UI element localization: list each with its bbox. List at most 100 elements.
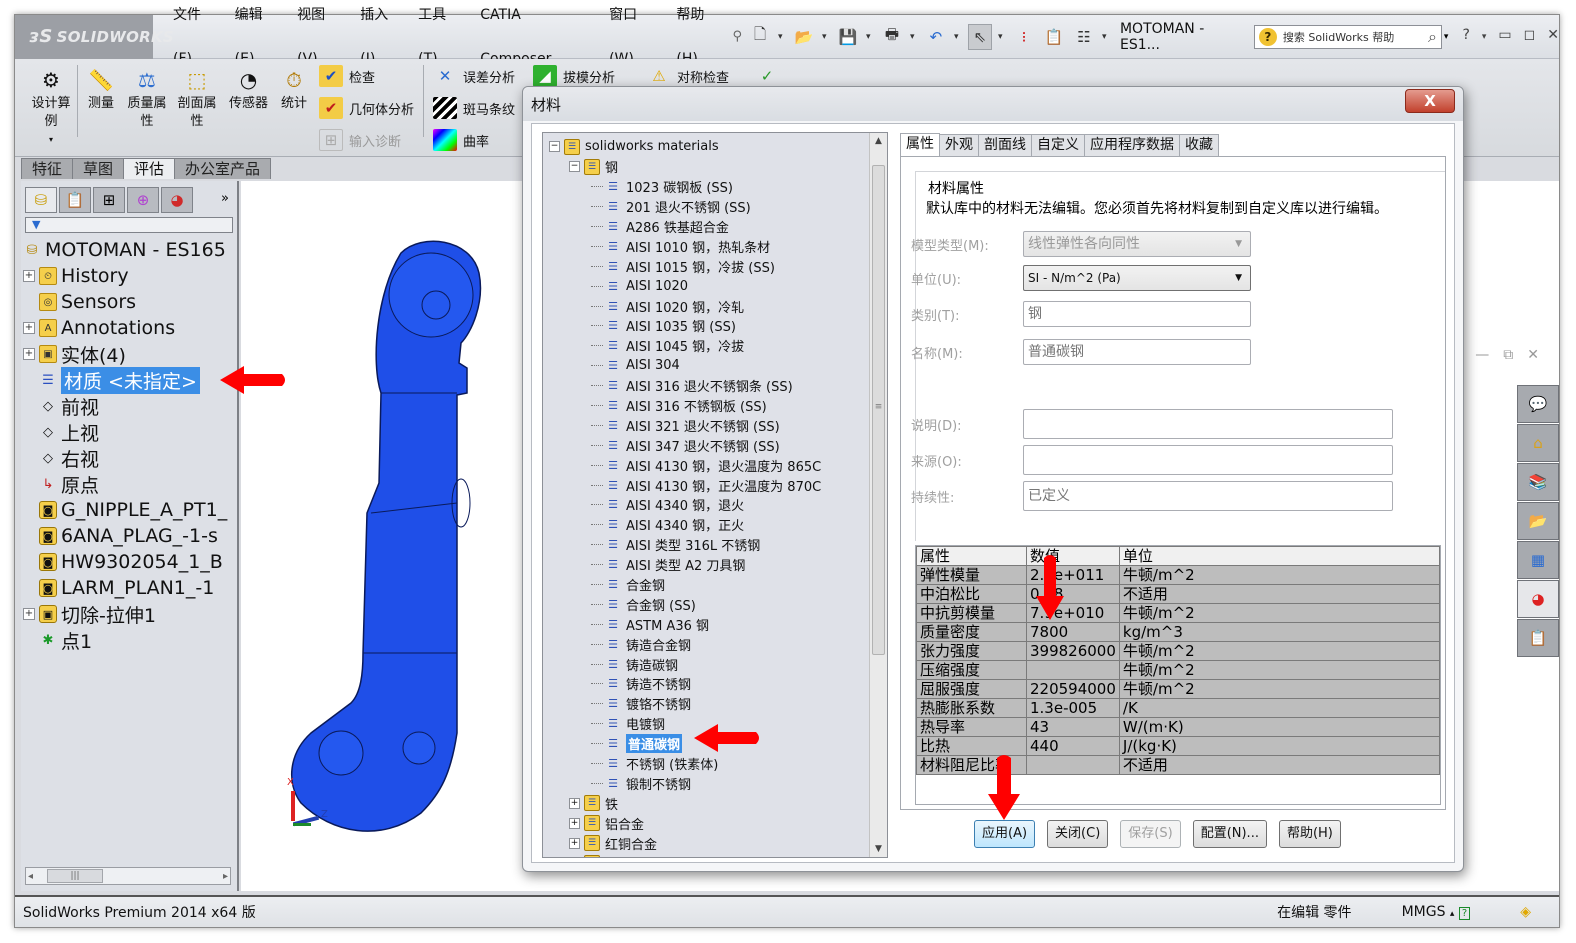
collapse-icon[interactable]: − — [569, 161, 580, 173]
material-item[interactable]: ☰ 1023 碳钢板 (SS) — [549, 177, 887, 197]
file-explorer-icon[interactable]: 📂 — [1517, 502, 1559, 540]
save-dropdown-icon[interactable]: ▾ — [866, 32, 874, 42]
scroll-up-icon[interactable]: ▲ — [870, 133, 887, 149]
feature-manager-tab-icon[interactable]: ⛁ — [25, 187, 57, 213]
dialog-close-button[interactable]: X — [1405, 89, 1455, 113]
collapse-icon[interactable]: − — [549, 141, 560, 153]
tree-item[interactable]: + ⏲ History — [23, 263, 237, 289]
description-field[interactable] — [1023, 409, 1393, 439]
solidworks-resources-icon[interactable]: 💬 — [1517, 385, 1559, 423]
command-tab[interactable]: 评估 — [123, 158, 176, 179]
ribbon-btn-zebra-stripes[interactable]: 斑马条纹 — [433, 97, 515, 119]
material-tree-scrollbar[interactable]: ▲ ≡ ▼ — [869, 133, 887, 857]
ribbon-btn-mass-properties[interactable]: ⚖ 质量属性 — [125, 67, 169, 131]
table-row[interactable]: 中泊松比0.28不适用 — [916, 584, 1441, 604]
display-manager-tab-icon[interactable]: ◕ — [161, 187, 193, 213]
file-properties-icon[interactable]: 📋 — [1042, 24, 1066, 50]
property-tab[interactable]: 自定义 — [1031, 134, 1085, 156]
material-item[interactable]: ☰ A286 铁基超合金 — [549, 217, 887, 237]
material-item[interactable]: ☰ AISI 1020 — [549, 276, 887, 296]
material-item[interactable]: ☰ 合金钢 — [549, 575, 887, 595]
material-item[interactable]: ☰ AISI 4130 钢，正火温度为 870C — [549, 475, 887, 495]
scroll-down-icon[interactable]: ▼ — [870, 841, 887, 857]
material-item[interactable]: ☰ 201 退火不锈钢 (SS) — [549, 197, 887, 217]
material-item[interactable]: ☰ AISI 304 — [549, 356, 887, 376]
chevron-down-icon[interactable]: ▼ — [1235, 266, 1242, 290]
close-icon[interactable]: ✕ — [1547, 27, 1559, 47]
tree-item[interactable]: ◇ 前视 — [23, 393, 237, 419]
configuration-manager-tab-icon[interactable]: ⊞ — [93, 187, 125, 213]
table-row[interactable]: 屈服强度 220594000 牛顿/m^2 — [916, 679, 1441, 699]
tree-item[interactable]: ☰ 材质 <未指定> — [23, 366, 237, 394]
dimxpert-tab-icon[interactable]: ⊕ — [127, 187, 159, 213]
help-dropdown-icon[interactable]: ▾ — [1482, 27, 1487, 47]
material-item[interactable]: ☰ AISI 类型 A2 刀具钢 — [549, 555, 887, 575]
scroll-thumb[interactable]: ≡ — [872, 165, 885, 655]
undo-icon[interactable]: ↶ — [924, 24, 948, 50]
tree-root[interactable]: ⛁ MOTOMAN - ES165 — [23, 237, 237, 263]
property-tab[interactable]: 应用程序数据 — [1084, 134, 1180, 156]
property-tab[interactable]: 外观 — [939, 134, 979, 156]
table-row[interactable]: 弹性模量 2.1e+011 牛顿/m^2 — [916, 565, 1441, 585]
view-palette-icon[interactable]: ▦ — [1517, 541, 1559, 579]
material-item[interactable]: ☰ AISI 1045 钢，冷拔 — [549, 336, 887, 356]
dialog-button[interactable]: 帮助(H) — [1278, 820, 1341, 848]
expand-icon[interactable]: + — [23, 322, 35, 334]
material-item[interactable]: ☰ AISI 321 退火不锈钢 (SS) — [549, 415, 887, 435]
tree-item[interactable]: ✱ 点1 — [23, 627, 237, 653]
material-item[interactable]: ☰ AISI 347 退火不锈钢 (SS) — [549, 435, 887, 455]
ribbon-btn-section-properties[interactable]: ⬚ 剖面属性 — [175, 67, 219, 131]
material-category-node[interactable]: + ☰ 钛合金 — [549, 853, 887, 857]
design-library-icon[interactable]: 📚 — [1517, 463, 1559, 501]
tree-item[interactable]: ◙ 6ANA_PLAG_-1-s — [23, 523, 237, 549]
property-tab[interactable]: 属性 — [900, 133, 940, 157]
expand-icon[interactable]: + — [23, 348, 35, 360]
home-icon[interactable]: ⌂ — [1517, 424, 1559, 462]
tree-item[interactable]: + A Annotations — [23, 315, 237, 341]
scroll-left-icon[interactable]: ◂ — [28, 871, 33, 882]
expand-icon[interactable]: + — [23, 608, 35, 620]
property-tab[interactable]: 剖面线 — [978, 134, 1032, 156]
select-cursor-icon[interactable]: ⇖ — [967, 23, 992, 50]
material-item[interactable]: ☰ AISI 316 退火不锈钢条 (SS) — [549, 376, 887, 396]
property-manager-tab-icon[interactable]: 📋 — [59, 187, 91, 213]
command-tab[interactable]: 草图 — [72, 158, 125, 179]
horizontal-scrollbar[interactable]: ◂ ||| ▸ — [25, 867, 231, 885]
material-library-node[interactable]: − ☰ solidworks materials — [549, 137, 887, 157]
material-item[interactable]: ☰ ASTM A36 钢 — [549, 614, 887, 634]
sustainability-field[interactable]: 已定义 — [1023, 481, 1393, 511]
doc-minimize-icon[interactable]: — — [1475, 347, 1489, 363]
expand-icon[interactable]: + — [569, 797, 580, 809]
tree-item[interactable]: + ▣ 实体(4) — [23, 341, 237, 367]
undo-dropdown-icon[interactable]: ▾ — [954, 32, 962, 42]
unit-system-selector[interactable]: MMGS ▴ ? — [1402, 904, 1471, 920]
doc-restore-icon[interactable]: ⧉ — [1503, 347, 1513, 363]
command-tab[interactable]: 特征 — [21, 158, 74, 179]
expand-icon[interactable]: + — [23, 270, 35, 282]
tree-item[interactable]: ◇ 上视 — [23, 419, 237, 445]
help-button[interactable]: ? — [1462, 27, 1469, 47]
help-search-input[interactable]: 搜索 SolidWorks 帮助 — [1283, 29, 1394, 45]
units-select[interactable]: SI - N/m^2 (Pa) ▼ — [1023, 265, 1251, 291]
material-item[interactable]: ☰ 铸造不锈钢 — [549, 674, 887, 694]
material-item[interactable]: ☰ 铸造合金钢 — [549, 634, 887, 654]
material-item[interactable]: ☰ AISI 类型 316L 不锈钢 — [549, 535, 887, 555]
tree-item[interactable]: ◇ 右视 — [23, 445, 237, 471]
tree-item[interactable]: + ▣ 切除-拉伸1 — [23, 601, 237, 627]
units-dropdown-icon[interactable]: ▴ — [1450, 909, 1455, 919]
source-field[interactable] — [1023, 445, 1393, 475]
table-row[interactable]: 中抗剪模量 7.9e+010 牛顿/m^2 — [916, 603, 1441, 623]
ribbon-btn-deviation-analysis[interactable]: ✕ 误差分析 — [433, 65, 515, 87]
ribbon-btn-measure[interactable]: 📏 测量 — [87, 67, 115, 113]
material-category-node[interactable]: + ☰ 红铜合金 — [549, 833, 887, 853]
table-row[interactable]: 张力强度 399826000 牛顿/m^2 — [916, 641, 1441, 661]
quick-tips-icon[interactable]: ? — [1458, 907, 1471, 920]
table-row[interactable]: 热膨胀系数 1.3e-005/K — [916, 698, 1441, 718]
help-search-box[interactable]: ? 搜索 SolidWorks 帮助 ⌕ — [1253, 24, 1442, 49]
property-tab[interactable]: 收藏 — [1179, 134, 1219, 156]
ribbon-btn-sensor[interactable]: ◔ 传感器 — [229, 67, 268, 113]
dropdown-icon[interactable]: ▾ — [49, 131, 53, 149]
material-item[interactable]: ☰ AISI 316 不锈钢板 (SS) — [549, 396, 887, 416]
dialog-button[interactable]: 应用(A) — [974, 820, 1036, 848]
material-category-node[interactable]: − ☰ 钢 — [549, 157, 887, 177]
